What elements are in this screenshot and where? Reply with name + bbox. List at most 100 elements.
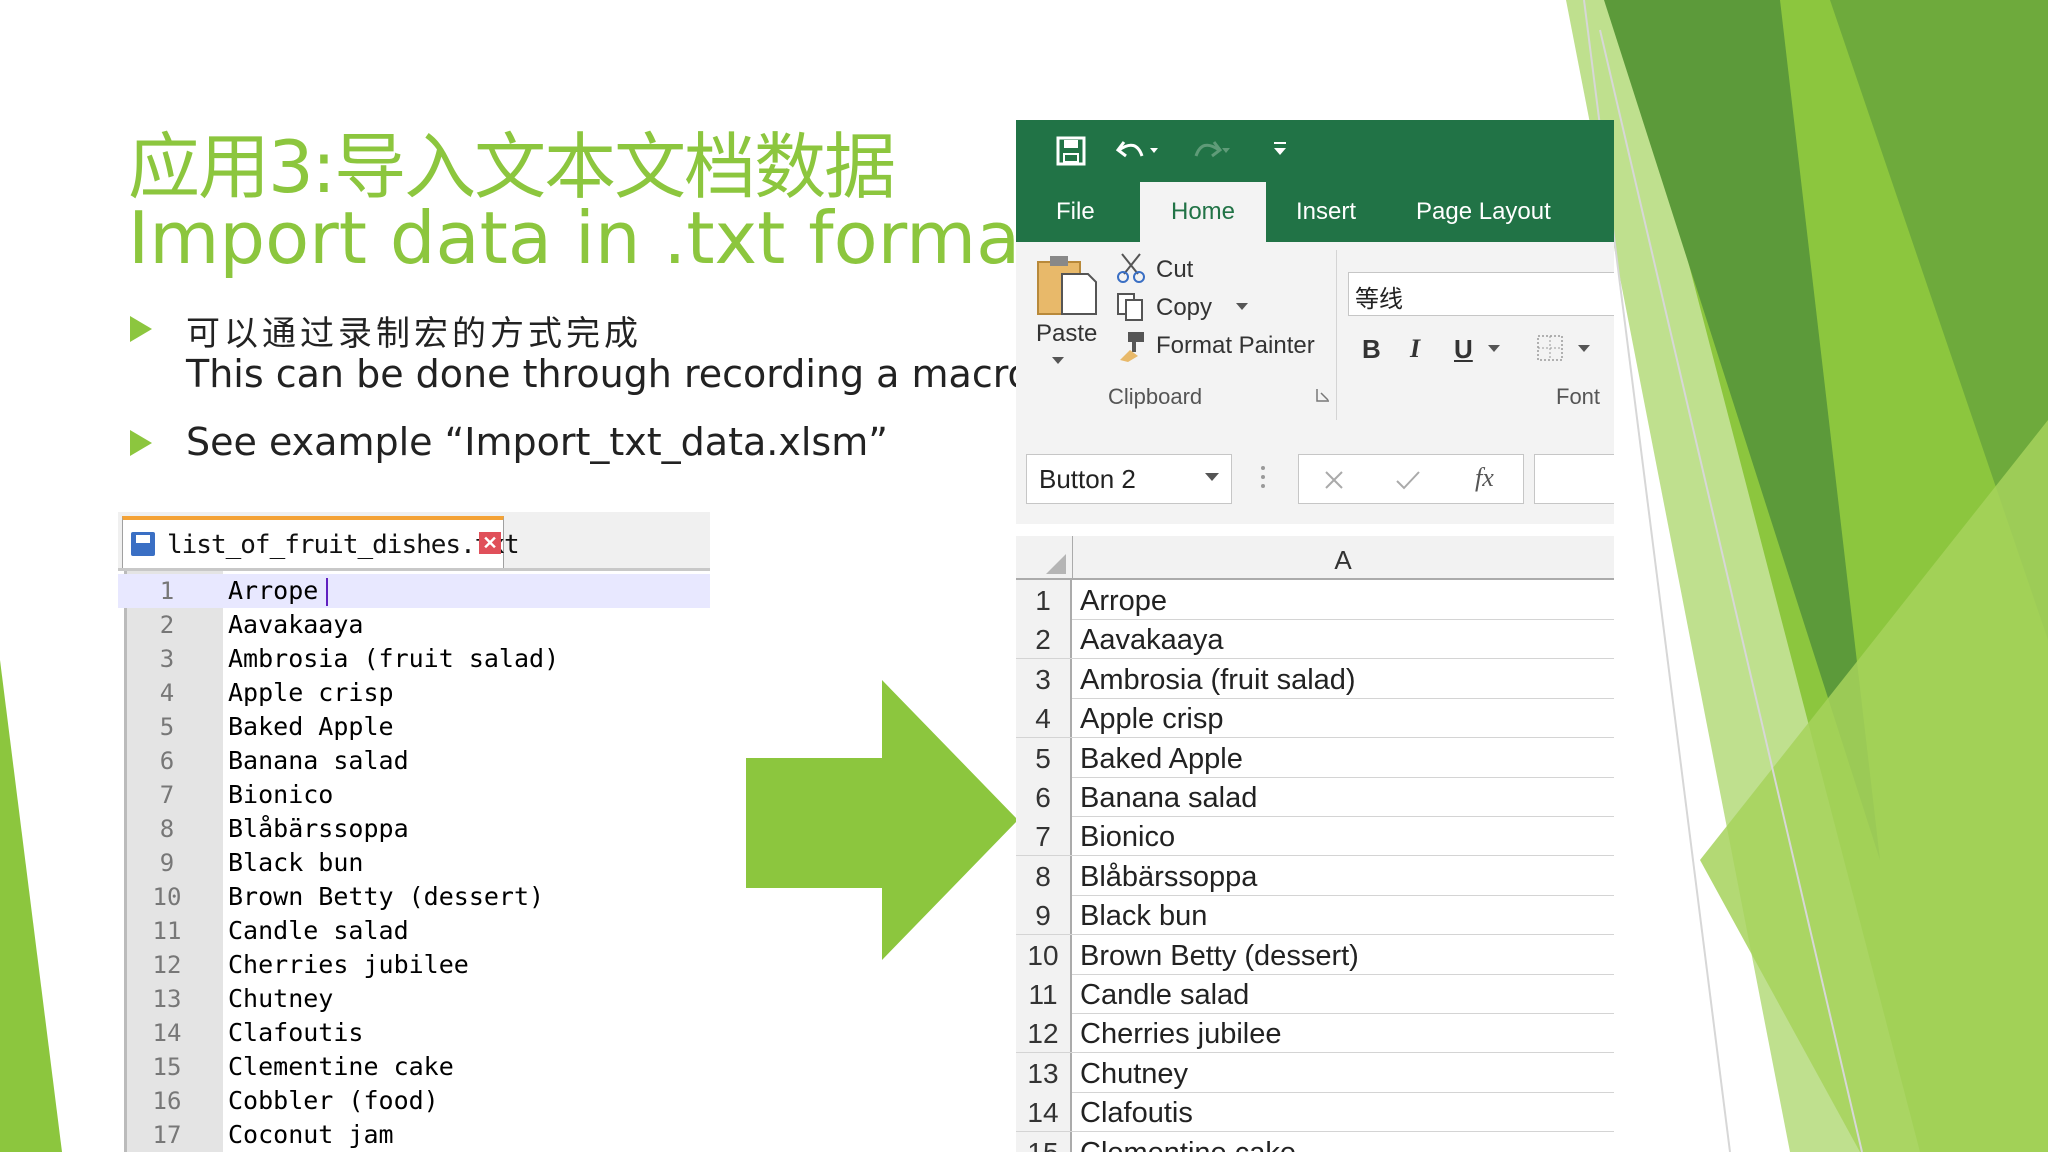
chevron-down-icon[interactable]: [1576, 342, 1592, 354]
row-header[interactable]: 4: [1016, 698, 1072, 738]
customize-toolbar-icon[interactable]: [1270, 134, 1290, 164]
cell-a[interactable]: Cherries jubilee: [1080, 1013, 1282, 1055]
cell-a[interactable]: Black bun: [1080, 895, 1207, 937]
save-icon[interactable]: [1056, 136, 1086, 166]
line-text[interactable]: Bionico: [228, 778, 333, 812]
notepad-line[interactable]: 13 Chutney: [118, 982, 710, 1016]
notepad-line[interactable]: 8 Blåbärssoppa: [118, 812, 710, 846]
notepad-file-tab[interactable]: list_of_fruit_dishes.txt ✕: [122, 516, 520, 568]
line-text[interactable]: Ambrosia (fruit salad): [228, 642, 559, 676]
notepad-line[interactable]: 2 Aavakaaya: [118, 608, 710, 642]
chevron-down-icon[interactable]: [1203, 471, 1221, 483]
format-painter-icon[interactable]: [1116, 330, 1146, 362]
line-text[interactable]: Brown Betty (dessert): [228, 880, 544, 914]
notepad-line[interactable]: 11 Candle salad: [118, 914, 710, 948]
tab-page-layout[interactable]: Page Layout: [1416, 182, 1551, 242]
chevron-down-icon[interactable]: [1050, 354, 1066, 366]
paste-icon[interactable]: [1036, 252, 1098, 316]
row-header[interactable]: 14: [1016, 1092, 1072, 1132]
font-name-box[interactable]: 等线: [1348, 272, 1614, 316]
row-header[interactable]: 1: [1016, 580, 1072, 619]
row-header[interactable]: 8: [1016, 855, 1072, 895]
notepad-line[interactable]: 3 Ambrosia (fruit salad): [118, 642, 710, 676]
row-header[interactable]: 11: [1016, 974, 1072, 1013]
line-text[interactable]: Cherries jubilee: [228, 948, 469, 982]
formula-input[interactable]: [1534, 454, 1614, 504]
line-text[interactable]: Banana salad: [228, 744, 409, 778]
select-all-corner[interactable]: [1016, 536, 1073, 578]
row-header[interactable]: 12: [1016, 1013, 1072, 1053]
cell-a[interactable]: Blåbärssoppa: [1080, 856, 1257, 898]
cell-a[interactable]: Brown Betty (dessert): [1080, 935, 1359, 977]
cell-a[interactable]: Bionico: [1080, 816, 1175, 858]
cell-a[interactable]: Clafoutis: [1080, 1092, 1193, 1134]
enter-check-icon[interactable]: [1395, 469, 1421, 491]
cell-a[interactable]: Clementine cake: [1080, 1132, 1296, 1152]
copy-label[interactable]: Copy: [1156, 294, 1212, 322]
notepad-line[interactable]: 16 Cobbler (food): [118, 1084, 710, 1118]
cell-a[interactable]: Chutney: [1080, 1053, 1188, 1095]
underline-button[interactable]: U: [1454, 334, 1473, 365]
borders-icon[interactable]: [1536, 334, 1566, 364]
cut-icon[interactable]: [1116, 252, 1146, 284]
insert-function-icon[interactable]: fx: [1475, 463, 1494, 493]
cell-a[interactable]: Apple crisp: [1080, 698, 1223, 740]
line-text[interactable]: Black bun: [228, 846, 363, 880]
italic-button[interactable]: I: [1410, 334, 1420, 364]
line-text[interactable]: Coconut jam: [228, 1118, 394, 1152]
tab-home[interactable]: Home: [1140, 182, 1266, 242]
cell-a[interactable]: Ambrosia (fruit salad): [1080, 659, 1356, 701]
row-header[interactable]: 10: [1016, 934, 1072, 974]
close-icon[interactable]: ✕: [479, 532, 501, 554]
redo-icon[interactable]: [1188, 134, 1232, 166]
notepad-line[interactable]: 17 Coconut jam: [118, 1118, 710, 1152]
row-header[interactable]: 6: [1016, 777, 1072, 816]
cut-label[interactable]: Cut: [1156, 256, 1193, 284]
dialog-launcher-icon[interactable]: [1316, 388, 1330, 402]
cell-a[interactable]: Aavakaaya: [1080, 619, 1224, 661]
column-header-a[interactable]: A: [1072, 536, 1614, 578]
row-header[interactable]: 5: [1016, 737, 1072, 777]
name-box[interactable]: Button 2: [1026, 454, 1232, 504]
line-text[interactable]: Chutney: [228, 982, 333, 1016]
undo-icon[interactable]: [1116, 134, 1160, 166]
bold-button[interactable]: B: [1362, 334, 1381, 365]
line-text[interactable]: Aavakaaya: [228, 608, 363, 642]
tab-file[interactable]: File: [1056, 182, 1095, 242]
cancel-icon[interactable]: [1323, 469, 1345, 491]
line-text[interactable]: Arrope: [228, 574, 318, 608]
row-header[interactable]: 7: [1016, 816, 1072, 856]
notepad-line[interactable]: 10 Brown Betty (dessert): [118, 880, 710, 914]
resize-handle-icon[interactable]: [1260, 464, 1266, 492]
notepad-line[interactable]: 7 Bionico: [118, 778, 710, 812]
notepad-line[interactable]: 4 Apple crisp: [118, 676, 710, 710]
line-text[interactable]: Blåbärssoppa: [228, 812, 409, 846]
row-header[interactable]: 15: [1016, 1131, 1072, 1152]
notepad-line[interactable]: 1 Arrope: [118, 574, 710, 608]
notepad-line[interactable]: 9 Black bun: [118, 846, 710, 880]
line-text[interactable]: Clementine cake: [228, 1050, 454, 1084]
row-header[interactable]: 13: [1016, 1052, 1072, 1092]
chevron-down-icon[interactable]: [1486, 342, 1502, 354]
chevron-down-icon[interactable]: [1234, 300, 1250, 312]
row-header[interactable]: 2: [1016, 619, 1072, 659]
tab-insert[interactable]: Insert: [1296, 182, 1356, 242]
paste-label[interactable]: Paste: [1036, 320, 1097, 348]
line-text[interactable]: Apple crisp: [228, 676, 394, 710]
cell-a[interactable]: Candle salad: [1080, 974, 1249, 1016]
copy-icon[interactable]: [1116, 292, 1146, 322]
row-header[interactable]: 3: [1016, 658, 1072, 698]
line-text[interactable]: Candle salad: [228, 914, 409, 948]
notepad-line[interactable]: 5 Baked Apple: [118, 710, 710, 744]
line-text[interactable]: Clafoutis: [228, 1016, 363, 1050]
notepad-line[interactable]: 6 Banana salad: [118, 744, 710, 778]
notepad-line[interactable]: 15 Clementine cake: [118, 1050, 710, 1084]
line-text[interactable]: Baked Apple: [228, 710, 394, 744]
cell-a[interactable]: Banana salad: [1080, 777, 1257, 819]
notepad-line[interactable]: 14 Clafoutis: [118, 1016, 710, 1050]
row-header[interactable]: 9: [1016, 895, 1072, 935]
cell-a[interactable]: Baked Apple: [1080, 738, 1243, 780]
line-text[interactable]: Cobbler (food): [228, 1084, 439, 1118]
cell-a[interactable]: Arrope: [1080, 580, 1167, 622]
format-painter-label[interactable]: Format Painter: [1156, 332, 1315, 360]
